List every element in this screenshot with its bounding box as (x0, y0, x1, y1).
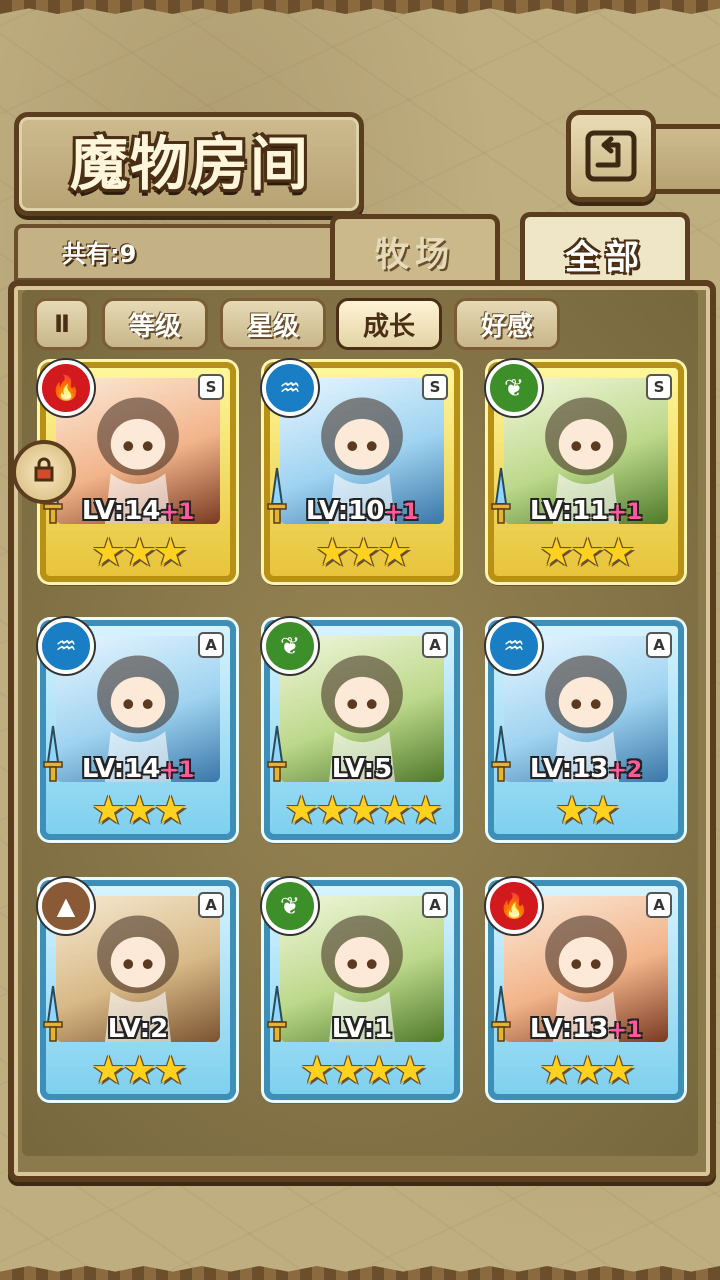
grass-element-icon: ❦ (262, 878, 318, 934)
return-arrow-icon (585, 130, 637, 182)
rank-badge: A (198, 892, 224, 918)
water-element-icon: ♒ (38, 618, 94, 674)
level-bonus: +1 (160, 758, 195, 783)
filter-growth[interactable]: 成长 (336, 298, 442, 350)
rank-badge: S (422, 374, 448, 400)
monster-count: 共有:9 (62, 240, 137, 268)
lock-heart-icon (34, 457, 54, 482)
rank-badge: A (422, 892, 448, 918)
level-label: LV:5 (270, 754, 454, 784)
level-value: LV:13 (529, 1014, 609, 1044)
page-title: 魔物房间 (69, 130, 310, 198)
sort-order-button[interactable]: Ⅱ (34, 298, 90, 350)
rank-badge: S (198, 374, 224, 400)
filter-stars[interactable]: 星级 (220, 298, 326, 350)
earth-element-icon: ▲ (38, 878, 94, 934)
level-label: LV:10+1 (270, 496, 454, 526)
level-bonus: +1 (384, 500, 419, 525)
level-label: LV:13+2 (494, 754, 678, 784)
monster-card[interactable]: A ♒ LV:14+1 ★★★ (38, 618, 236, 840)
monster-card[interactable]: A ♒ LV:13+2 ★★ (486, 618, 684, 840)
level-value: LV:5 (331, 754, 393, 784)
grass-element-icon: ❦ (486, 360, 542, 416)
favorite-toggle[interactable] (12, 440, 76, 504)
grass-element-icon: ❦ (262, 618, 318, 674)
monster-card[interactable]: A ❦ LV:1 ★★★★ (262, 878, 460, 1100)
sort-order-icon: Ⅱ (54, 310, 70, 338)
monster-card[interactable]: A ▲ LV:2 ★★★ (38, 878, 236, 1100)
level-value: LV:1 (331, 1014, 393, 1044)
rank-badge: A (198, 632, 224, 658)
star-rating: ★★★ (91, 530, 187, 574)
rank-badge: A (646, 892, 672, 918)
level-label: LV:2 (46, 1014, 230, 1044)
level-label: LV:14+1 (46, 496, 230, 526)
fire-element-icon: 🔥 (486, 878, 542, 934)
level-label: LV:14+1 (46, 754, 230, 784)
level-value: LV:2 (107, 1014, 169, 1044)
level-label: LV:11+1 (494, 496, 678, 526)
back-button[interactable] (566, 110, 656, 202)
level-value: LV:14 (81, 496, 161, 526)
fire-element-icon: 🔥 (38, 360, 94, 416)
star-rating: ★★★ (539, 1048, 635, 1092)
level-bonus: +1 (608, 1018, 643, 1043)
level-value: LV:14 (81, 754, 161, 784)
rank-badge: S (646, 374, 672, 400)
tab-ranch[interactable]: 牧场 (330, 214, 500, 283)
level-value: LV:11 (529, 496, 609, 526)
star-rating: ★★★ (91, 1048, 187, 1092)
level-label: LV:13+1 (494, 1014, 678, 1044)
monster-card[interactable]: S ❦ LV:11+1 ★★★ (486, 360, 684, 582)
rank-badge: A (646, 632, 672, 658)
water-element-icon: ♒ (486, 618, 542, 674)
level-value: LV:10 (305, 496, 385, 526)
level-bonus: +2 (608, 758, 643, 783)
level-value: LV:13 (529, 754, 609, 784)
filter-affection[interactable]: 好感 (454, 298, 560, 350)
water-element-icon: ♒ (262, 360, 318, 416)
rank-badge: A (422, 632, 448, 658)
monster-card[interactable]: A ❦ LV:5 ★★★★★ (262, 618, 460, 840)
filter-level[interactable]: 等级 (102, 298, 208, 350)
monster-card[interactable]: A 🔥 LV:13+1 ★★★ (486, 878, 684, 1100)
star-rating: ★★ (554, 788, 620, 832)
level-bonus: +1 (160, 500, 195, 525)
level-label: LV:1 (270, 1014, 454, 1044)
star-rating: ★★★ (539, 530, 635, 574)
star-rating: ★★★★ (299, 1048, 427, 1092)
monster-card[interactable]: S ♒ LV:10+1 ★★★ (262, 360, 460, 582)
star-rating: ★★★ (91, 788, 187, 832)
star-rating: ★★★ (315, 530, 411, 574)
level-bonus: +1 (608, 500, 643, 525)
star-rating: ★★★★★ (284, 788, 442, 832)
